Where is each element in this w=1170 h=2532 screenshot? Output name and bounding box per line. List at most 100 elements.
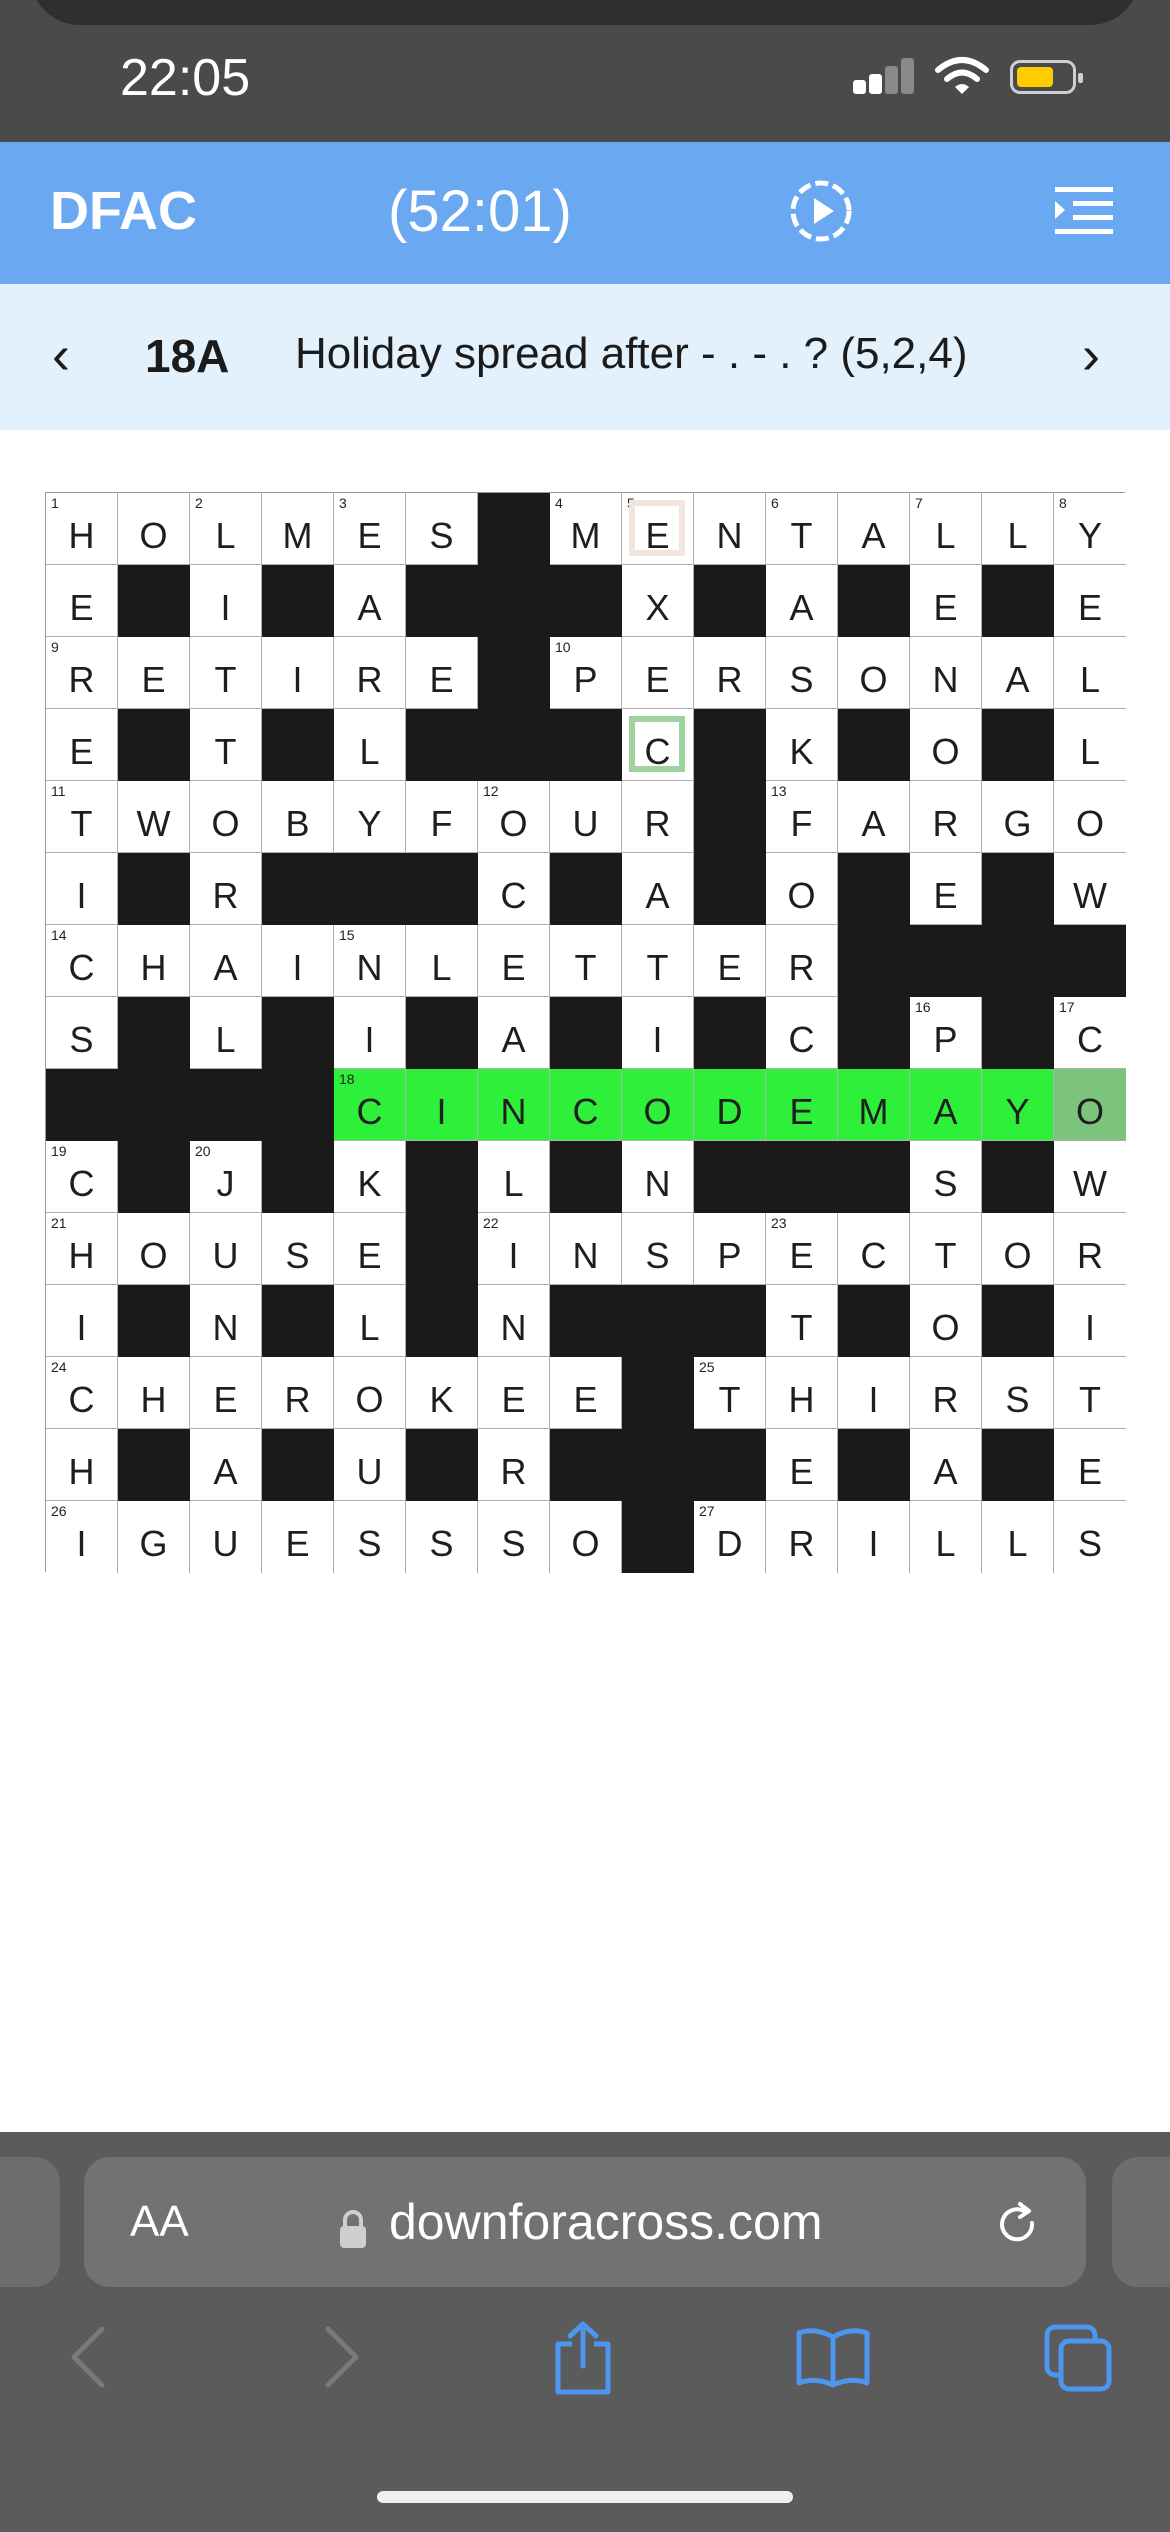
grid-cell[interactable]: R — [1054, 1213, 1126, 1285]
grid-cell[interactable]: L — [1054, 709, 1126, 781]
menu-icon[interactable] — [1055, 185, 1113, 241]
grid-cell[interactable]: H — [118, 1357, 190, 1429]
grid-cell[interactable]: 20 J — [190, 1141, 262, 1213]
grid-cell[interactable]: 9R — [46, 637, 118, 709]
grid-cell[interactable]: S — [622, 1213, 694, 1285]
grid-cell[interactable]: I — [406, 1069, 478, 1141]
grid-cell[interactable]: O — [766, 853, 838, 925]
grid-cell[interactable]: E — [46, 565, 118, 637]
grid-cell[interactable]: R — [334, 637, 406, 709]
grid-cell[interactable]: L — [190, 997, 262, 1069]
grid-cell[interactable]: M — [838, 1069, 910, 1141]
grid-cell[interactable]: A — [838, 493, 910, 565]
grid-cell[interactable]: A — [622, 853, 694, 925]
grid-cell[interactable]: R — [694, 637, 766, 709]
grid-cell[interactable]: R — [766, 925, 838, 997]
game-timer[interactable]: (52:01) — [388, 178, 572, 245]
grid-cell[interactable]: O — [118, 1213, 190, 1285]
grid-cell[interactable]: 7L — [910, 493, 982, 565]
grid-cell[interactable]: O — [622, 1069, 694, 1141]
grid-cell[interactable]: 27 D — [694, 1501, 766, 1573]
grid-cell[interactable]: Y — [334, 781, 406, 853]
grid-cell[interactable]: O — [910, 1285, 982, 1357]
grid-cell[interactable]: Y — [982, 1069, 1054, 1141]
grid-cell[interactable]: C — [550, 1069, 622, 1141]
grid-cell[interactable]: O — [838, 637, 910, 709]
url-text[interactable]: downforacross.com — [389, 2193, 823, 2251]
grid-cell[interactable]: L — [478, 1141, 550, 1213]
grid-cell[interactable]: L — [406, 925, 478, 997]
grid-cell[interactable]: B — [262, 781, 334, 853]
grid-cell[interactable]: 24 C — [46, 1357, 118, 1429]
grid-cell[interactable]: 5E — [622, 493, 694, 565]
grid-cell[interactable]: 14 C — [46, 925, 118, 997]
grid-cell[interactable]: O — [982, 1213, 1054, 1285]
grid-cell[interactable]: L — [1054, 637, 1126, 709]
crossword-grid[interactable]: 1 H O 2 L M 3 E S 4 M 5 E N 6 T A 7 L L 8 Y E I A X A E E 9 R E T I R E 10 P E… — [45, 492, 1126, 1573]
grid-cell[interactable]: W — [118, 781, 190, 853]
grid-cell[interactable]: 1H — [46, 493, 118, 565]
grid-cell[interactable]: E — [118, 637, 190, 709]
grid-cell[interactable]: E — [910, 565, 982, 637]
grid-cell[interactable]: G — [982, 781, 1054, 853]
grid-cell[interactable]: K — [406, 1357, 478, 1429]
grid-cell[interactable]: A — [190, 925, 262, 997]
grid-cell[interactable]: S — [910, 1141, 982, 1213]
next-clue-button[interactable]: › — [1082, 324, 1100, 386]
grid-cell[interactable]: H — [118, 925, 190, 997]
grid-cell[interactable]: I — [190, 565, 262, 637]
grid-cell[interactable]: 11 T — [46, 781, 118, 853]
tabs-icon[interactable] — [1043, 2323, 1113, 2393]
grid-cell[interactable]: E — [406, 637, 478, 709]
previous-tab-preview[interactable] — [0, 2157, 60, 2287]
grid-cell[interactable]: I — [838, 1357, 910, 1429]
grid-cell[interactable]: 15 N — [334, 925, 406, 997]
grid-cell[interactable]: X — [622, 565, 694, 637]
grid-cell[interactable]: R — [622, 781, 694, 853]
grid-cell[interactable]: R — [766, 1501, 838, 1573]
grid-cell[interactable]: S — [262, 1213, 334, 1285]
grid-cell[interactable]: E — [694, 925, 766, 997]
grid-cell[interactable]: 23 E — [766, 1213, 838, 1285]
grid-cell[interactable]: O — [550, 1501, 622, 1573]
grid-cell[interactable]: C — [622, 709, 694, 781]
grid-cell[interactable]: 4M — [550, 493, 622, 565]
grid-cell[interactable]: I — [838, 1501, 910, 1573]
grid-cell[interactable]: S — [1054, 1501, 1126, 1573]
grid-cell[interactable]: R — [910, 1357, 982, 1429]
grid-cell[interactable]: 12 O — [478, 781, 550, 853]
grid-cell[interactable]: L — [982, 1501, 1054, 1573]
grid-cell[interactable]: A — [982, 637, 1054, 709]
grid-cell[interactable]: 19 C — [46, 1141, 118, 1213]
prev-clue-button[interactable]: ‹ — [52, 324, 70, 386]
grid-cell[interactable]: R — [478, 1429, 550, 1501]
grid-cell[interactable]: E — [262, 1501, 334, 1573]
grid-cell[interactable]: C — [838, 1213, 910, 1285]
play-icon[interactable] — [788, 178, 854, 244]
grid-cell[interactable]: R — [262, 1357, 334, 1429]
grid-cell[interactable]: T — [190, 709, 262, 781]
grid-cell[interactable]: S — [334, 1501, 406, 1573]
grid-cell[interactable]: 6T — [766, 493, 838, 565]
grid-cell[interactable]: U — [190, 1501, 262, 1573]
grid-cell[interactable]: O — [190, 781, 262, 853]
grid-cell[interactable]: E — [190, 1357, 262, 1429]
grid-cell[interactable]: I — [262, 925, 334, 997]
grid-cell[interactable]: N — [694, 493, 766, 565]
grid-cell[interactable]: 25 T — [694, 1357, 766, 1429]
grid-cell[interactable]: A — [910, 1429, 982, 1501]
grid-cell[interactable]: R — [190, 853, 262, 925]
grid-cell[interactable]: 2L — [190, 493, 262, 565]
grid-cell[interactable]: K — [766, 709, 838, 781]
grid-cell[interactable]: L — [334, 1285, 406, 1357]
grid-cell[interactable]: T — [766, 1285, 838, 1357]
grid-cell[interactable]: E — [1054, 565, 1126, 637]
grid-cell[interactable]: A — [478, 997, 550, 1069]
grid-cell[interactable]: A — [910, 1069, 982, 1141]
grid-cell[interactable]: A — [334, 565, 406, 637]
grid-cell[interactable]: S — [766, 637, 838, 709]
grid-cell[interactable]: O — [118, 493, 190, 565]
grid-cell[interactable]: E — [478, 925, 550, 997]
grid-cell[interactable]: R — [910, 781, 982, 853]
grid-cell[interactable]: A — [190, 1429, 262, 1501]
